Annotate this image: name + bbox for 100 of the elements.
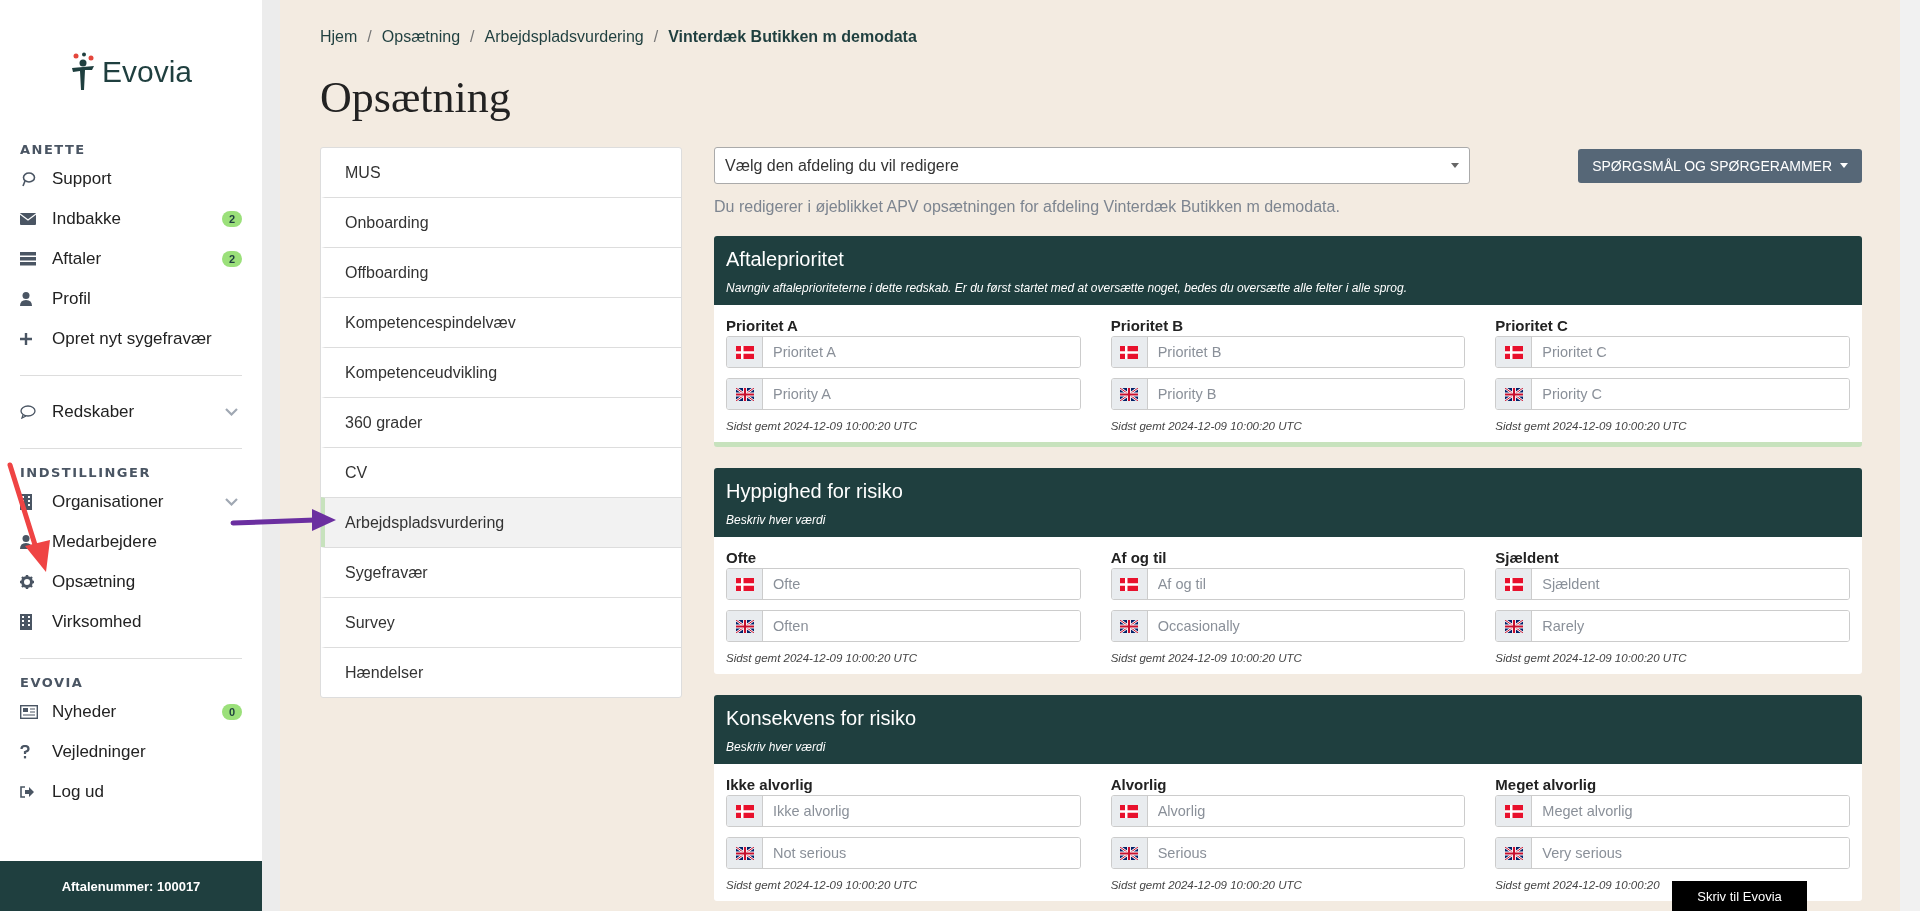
english-input-field[interactable]: Priority C — [1495, 378, 1850, 410]
sidebar-link[interactable]: Redskaber — [52, 402, 135, 422]
card-title: Aftaleprioritet — [726, 248, 845, 271]
sidebar-link[interactable]: Log ud — [52, 782, 104, 802]
last-saved-text: Sidst gemt 2024-12-09 10:00:20 UTC — [1495, 652, 1688, 664]
danish-input-field[interactable]: Alvorlig — [1110, 795, 1466, 827]
field-label: Meget alvorlig — [1495, 776, 1598, 793]
sidebar-link[interactable]: Medarbejdere — [52, 532, 157, 552]
danish-input-field[interactable]: Sjældent — [1495, 568, 1850, 600]
danish-input-field[interactable]: Ikke alvorlig — [726, 795, 1081, 827]
sidebar-heading: ANETTE — [20, 142, 87, 157]
sidebar-link[interactable]: Profil — [52, 289, 91, 309]
chevron-down-icon[interactable] — [225, 498, 238, 506]
field-label: Sjældent — [1495, 549, 1560, 566]
danish-flag-icon — [735, 345, 754, 359]
tool-list-item[interactable]: Kompetencespindelvæv — [321, 297, 681, 347]
last-saved-text: Sidst gemt 2024-12-09 10:00:20 UTC — [726, 879, 919, 891]
danish-flag-icon — [735, 577, 754, 591]
field-label: Prioritet C — [1495, 317, 1569, 334]
field-label: Ofte — [726, 549, 757, 566]
danish-input-field[interactable]: Prioritet A — [726, 336, 1081, 368]
uk-flag-icon — [1120, 846, 1139, 860]
card-title: Hyppighed for risiko — [726, 480, 904, 503]
chat-button[interactable]: Skriv til Evovia — [1672, 881, 1807, 911]
logo-text: Evovia — [101, 55, 192, 89]
danish-flag-icon — [1504, 345, 1523, 359]
person-icon — [20, 292, 32, 306]
last-saved-text: Sidst gemt 2024-12-09 10:00:20 UTC — [726, 420, 919, 432]
uk-flag-icon — [1504, 619, 1523, 633]
sidebar-heading: EVOVIA — [20, 675, 85, 690]
list-icon — [20, 252, 36, 266]
tool-list-item[interactable]: Kompetenceudvikling — [321, 347, 681, 397]
last-saved-text: Sidst gemt 2024-12-09 10:00:20 UTC — [1110, 652, 1303, 664]
english-input-field[interactable]: Very serious — [1495, 837, 1850, 869]
last-saved-text: Sidst gemt 2024-12-09 10:00:20 UTC — [1495, 420, 1688, 432]
field-label: Prioritet B — [1110, 317, 1185, 334]
tool-list-item[interactable]: 360 grader — [321, 397, 681, 447]
envelope-icon — [20, 213, 36, 225]
building-icon — [20, 614, 32, 630]
scrollbar[interactable] — [262, 0, 280, 911]
tool-list-item[interactable]: Sygefravær — [321, 547, 681, 597]
english-input-field[interactable]: Serious — [1110, 837, 1466, 869]
uk-flag-icon — [1120, 619, 1139, 633]
card-title: Konsekvens for risiko — [726, 707, 918, 730]
info-text: Du redigerer i øjeblikket APV opsætningen for afdeling Vinterdæk Butikken m demodata. — [714, 198, 1341, 216]
danish-input-field[interactable]: Meget alvorlig — [1495, 795, 1850, 827]
tool-list-item[interactable]: Arbejdspladsvurdering — [321, 497, 681, 547]
sidebar-link[interactable]: Opsætning — [52, 572, 136, 592]
english-input-field[interactable]: Not serious — [726, 837, 1081, 869]
caret-icon — [1451, 163, 1459, 168]
sidebar-link[interactable]: Support — [52, 169, 112, 189]
english-input-field[interactable]: Occasionally — [1110, 610, 1466, 642]
breadcrumb-link[interactable]: Hjem — [320, 28, 358, 46]
breadcrumb-link[interactable]: Arbejdspladsvurdering — [484, 28, 644, 46]
field-label: Ikke alvorlig — [726, 776, 814, 793]
field-label: Alvorlig — [1110, 776, 1168, 793]
chevron-down-icon[interactable] — [225, 408, 238, 416]
card-subtitle: Beskriv hver værdi — [726, 740, 827, 754]
uk-flag-icon — [1120, 387, 1139, 401]
breadcrumb-separator: / — [470, 28, 475, 46]
danish-input-field[interactable]: Prioritet C — [1495, 336, 1850, 368]
tool-list-item[interactable]: Onboarding — [321, 197, 681, 247]
english-input-field[interactable]: Often — [726, 610, 1081, 642]
sidebar-link[interactable]: Indbakke — [52, 209, 121, 229]
agreement-number: Aftalenummer: 100017 — [0, 861, 262, 911]
danish-flag-icon — [1504, 577, 1523, 591]
english-input-field[interactable]: Rarely — [1495, 610, 1850, 642]
sidebar-link[interactable]: Aftaler — [52, 249, 102, 269]
uk-flag-icon — [1504, 846, 1523, 860]
tool-list-item[interactable]: Offboarding — [321, 247, 681, 297]
danish-flag-icon — [1120, 345, 1139, 359]
questions-dropdown-button[interactable]: SPØRGSMÅL OG SPØRGERAMMER — [1578, 148, 1862, 183]
last-saved-text: Sidst gemt 2024-12-09 10:00:20 UTC — [1110, 420, 1303, 432]
last-saved-text: Sidst gemt 2024-12-09 10:00:20 — [1495, 879, 1661, 891]
card-subtitle: Beskriv hver værdi — [726, 513, 827, 527]
department-dropdown[interactable]: Vælg den afdeling du vil redigere — [714, 147, 1470, 184]
english-input-field[interactable]: Priority A — [726, 378, 1081, 410]
english-input-field[interactable]: Priority B — [1110, 378, 1466, 410]
sidebar-link[interactable]: Opret nyt sygefravær — [52, 329, 212, 349]
danish-flag-icon — [735, 804, 754, 818]
tool-list-item[interactable]: MUS — [321, 148, 681, 197]
danish-input-field[interactable]: Prioritet B — [1110, 336, 1466, 368]
sidebar-link[interactable]: Virksomhed — [52, 612, 142, 632]
count-badge: 2 — [221, 211, 242, 227]
danish-input-field[interactable]: Af og til — [1110, 568, 1466, 600]
tool-list-item[interactable]: Hændelser — [321, 647, 681, 697]
breadcrumb-separator: / — [653, 28, 659, 46]
sidebar-link[interactable]: Organisationer — [52, 492, 164, 512]
uk-flag-icon — [1504, 387, 1523, 401]
sidebar-link[interactable]: Nyheder — [52, 702, 117, 722]
newspaper-icon — [20, 705, 38, 719]
caret-icon — [1840, 163, 1848, 168]
danish-input-field[interactable]: Ofte — [726, 568, 1081, 600]
sidebar-link[interactable]: Vejledninger — [52, 742, 146, 762]
breadcrumb-link[interactable]: Opsætning — [381, 28, 461, 46]
last-saved-text: Sidst gemt 2024-12-09 10:00:20 UTC — [1110, 879, 1303, 891]
breadcrumb-current: Vinterdæk Butikken m demodata — [668, 28, 917, 46]
tool-list-item[interactable]: Survey — [321, 597, 681, 647]
last-saved-text: Sidst gemt 2024-12-09 10:00:20 UTC — [726, 652, 919, 664]
speech-bubble-icon — [20, 405, 36, 419]
